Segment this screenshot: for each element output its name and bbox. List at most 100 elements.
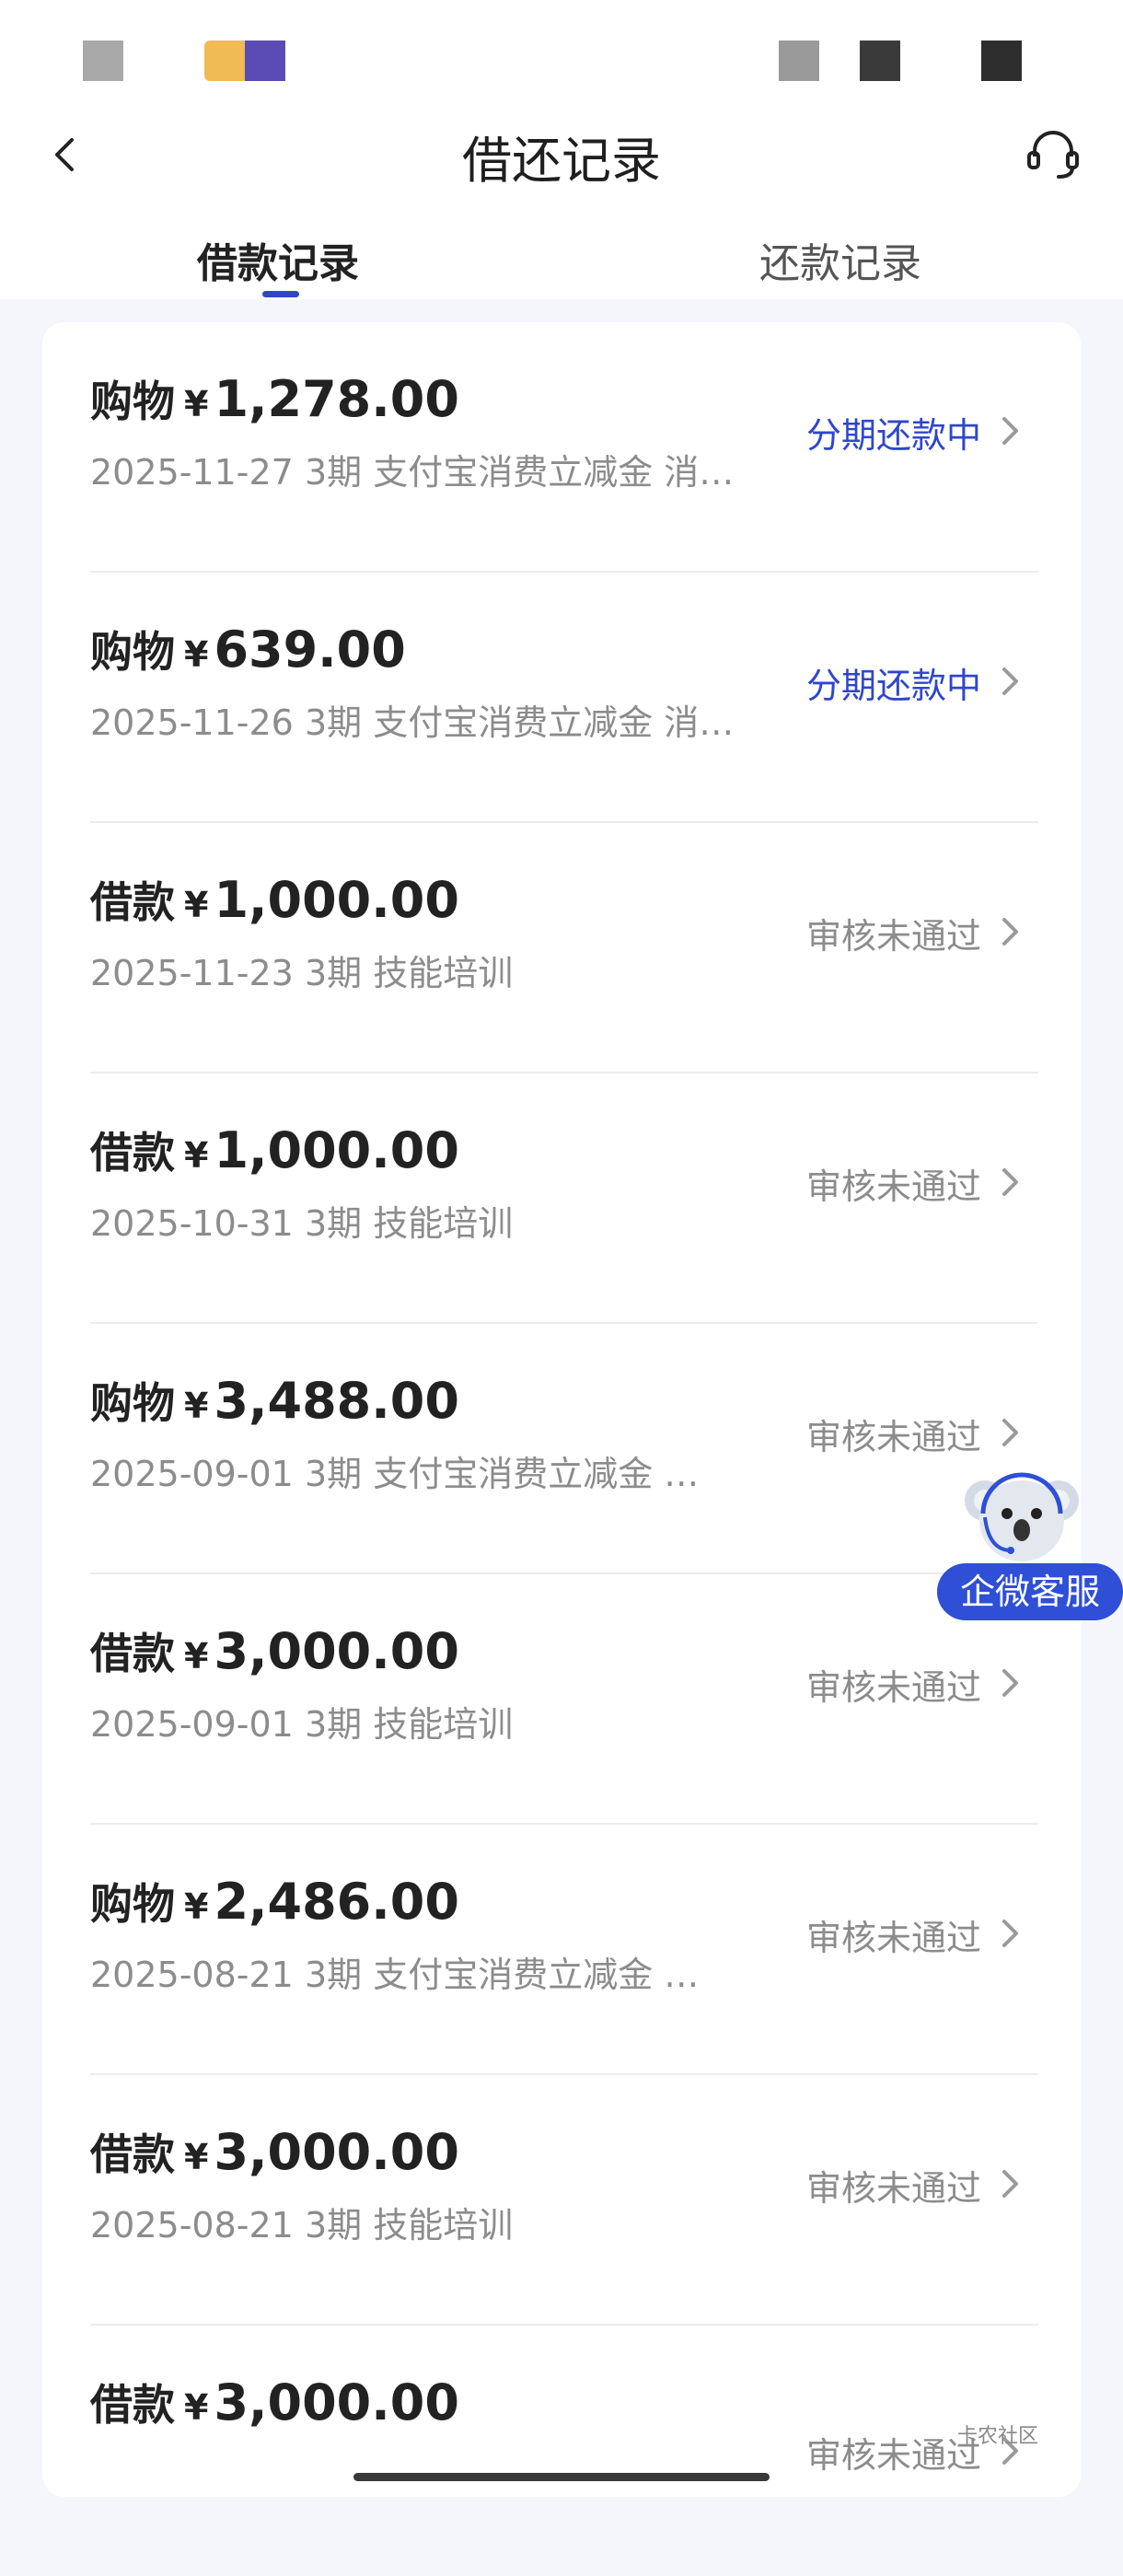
record-type: 购物 <box>90 377 175 426</box>
record-type: 购物 <box>90 627 175 677</box>
list-item[interactable]: 购物 ¥3,488.00 2025-09-01 3期 支付宝消费立减金 … 审核未… <box>42 1324 1081 1574</box>
record-subtitle: 2025-11-23 3期 技能培训 <box>90 945 781 995</box>
headset-icon[interactable] <box>1024 123 1082 182</box>
record-term: 3期 <box>304 702 363 743</box>
list-item[interactable]: 购物 ¥2,486.00 2025-08-21 3期 支付宝消费立减金 … 审核未… <box>42 1825 1081 2075</box>
record-amount: 1,278.00 <box>214 370 459 428</box>
record-subtitle: 2025-08-21 3期 支付宝消费立减金 … <box>90 1946 781 1997</box>
watermark: 卡农社区 <box>957 2425 1039 2448</box>
record-date: 2025-11-23 <box>90 953 294 993</box>
record-type: 借款 <box>90 877 175 927</box>
record-term: 3期 <box>304 1203 363 1244</box>
koala-mascot-icon <box>965 1464 1079 1574</box>
record-desc: 技能培训 <box>373 953 514 993</box>
record-status: 审核未通过 <box>805 1667 981 1708</box>
record-desc: 技能培训 <box>373 2205 514 2245</box>
record-subtitle: 2025-09-01 3期 支付宝消费立减金 … <box>90 1445 781 1496</box>
page-title: 借还记录 <box>462 132 661 190</box>
currency-symbol: ¥ <box>184 1886 209 1927</box>
floating-service-button[interactable]: 企微客服 <box>937 1464 1123 1630</box>
record-term: 3期 <box>304 1955 363 1995</box>
record-date: 2025-09-01 <box>90 1704 294 1745</box>
status-icon-placeholder <box>860 41 900 81</box>
record-desc: 支付宝消费立减金 … <box>373 1454 700 1494</box>
record-type: 购物 <box>90 1879 175 1929</box>
record-amount: 3,000.00 <box>214 2123 459 2181</box>
record-amount: 2,486.00 <box>214 1873 459 1931</box>
record-amount: 1,000.00 <box>214 1121 459 1179</box>
status-icon-placeholder <box>245 41 285 81</box>
chevron-right-icon <box>996 2167 1024 2200</box>
record-amount: 3,000.00 <box>214 2373 459 2431</box>
currency-symbol: ¥ <box>184 1386 209 1426</box>
record-desc: 技能培训 <box>373 1203 514 1244</box>
record-subtitle: 2025-09-01 3期 技能培训 <box>90 1696 781 1746</box>
chevron-right-icon <box>996 414 1024 447</box>
currency-symbol: ¥ <box>184 2137 209 2177</box>
status-bar <box>0 0 1123 110</box>
record-date: 2025-11-26 <box>90 702 294 743</box>
record-amount: 1,000.00 <box>214 871 459 929</box>
record-desc: 支付宝消费立减金 … <box>373 1955 700 1995</box>
floating-service-label: 企微客服 <box>937 1563 1123 1620</box>
record-type: 借款 <box>90 1128 175 1178</box>
list-item[interactable]: 购物 ¥1,278.00 2025-11-27 3期 支付宝消费立减金 消… 分期… <box>42 322 1081 573</box>
record-type: 借款 <box>90 2129 175 2179</box>
currency-symbol: ¥ <box>184 885 209 925</box>
record-type: 借款 <box>90 2380 175 2430</box>
record-term: 3期 <box>304 953 363 993</box>
home-indicator[interactable] <box>353 2473 770 2481</box>
record-date: 2025-10-31 <box>90 1203 294 1244</box>
list-item[interactable]: 借款 ¥3,000.00 2025-08-21 3期 技能培训 审核未通过 <box>42 2075 1081 2326</box>
record-status: 审核未通过 <box>805 916 981 957</box>
record-status: 审核未通过 <box>805 2168 981 2209</box>
status-icon-placeholder <box>981 41 1022 81</box>
status-icon-placeholder <box>779 41 819 81</box>
record-desc: 支付宝消费立减金 消… <box>373 702 735 743</box>
record-subtitle: 2025-08-21 3期 技能培训 <box>90 2197 781 2247</box>
chevron-right-icon <box>996 915 1024 948</box>
record-subtitle: 2025-10-31 3期 技能培训 <box>90 1195 781 1246</box>
record-subtitle: 2025-11-27 3期 支付宝消费立减金 消… <box>90 444 781 494</box>
record-status: 分期还款中 <box>805 415 981 456</box>
record-subtitle: 2025-11-26 3期 支付宝消费立减金 消… <box>90 694 781 745</box>
chevron-right-icon <box>996 1166 1024 1199</box>
record-status: 分期还款中 <box>805 666 981 706</box>
currency-symbol: ¥ <box>184 1135 209 1176</box>
record-type: 借款 <box>90 1629 175 1678</box>
record-status: 审核未通过 <box>805 1918 981 1958</box>
list-item[interactable]: 借款 ¥3,000.00 审核未通过 <box>42 2326 1081 2576</box>
currency-symbol: ¥ <box>184 1636 209 1677</box>
record-term: 3期 <box>304 452 363 493</box>
list-item[interactable]: 借款 ¥1,000.00 2025-10-31 3期 技能培训 审核未通过 <box>42 1073 1081 1324</box>
list-item[interactable]: 购物 ¥639.00 2025-11-26 3期 支付宝消费立减金 消… 分期还款… <box>42 573 1081 823</box>
chevron-right-icon <box>996 1666 1024 1700</box>
record-term: 3期 <box>304 1454 363 1494</box>
chevron-right-icon <box>996 1917 1024 1950</box>
tab-repay-records[interactable]: 还款记录 <box>759 230 921 289</box>
record-amount: 3,000.00 <box>214 1622 459 1680</box>
record-list: 购物 ¥1,278.00 2025-11-27 3期 支付宝消费立减金 消… 分期… <box>42 322 1081 2497</box>
tab-borrow-records[interactable]: 借款记录 <box>197 230 359 289</box>
record-amount: 639.00 <box>214 621 406 679</box>
list-item[interactable]: 借款 ¥1,000.00 2025-11-23 3期 技能培训 审核未通过 <box>42 823 1081 1073</box>
status-icon-placeholder <box>83 41 123 81</box>
list-item[interactable]: 借款 ¥3,000.00 2025-09-01 3期 技能培训 审核未通过 <box>42 1574 1081 1825</box>
chevron-right-icon <box>996 1416 1024 1449</box>
chevron-right-icon <box>996 665 1024 698</box>
currency-symbol: ¥ <box>184 2387 209 2428</box>
status-icon-placeholder <box>204 41 245 81</box>
record-type: 购物 <box>90 1378 175 1428</box>
chevron-left-icon[interactable] <box>48 136 85 173</box>
currency-symbol: ¥ <box>184 634 209 675</box>
currency-symbol: ¥ <box>184 384 209 424</box>
record-status: 审核未通过 <box>805 2435 981 2476</box>
record-status: 审核未通过 <box>805 1417 981 1457</box>
record-date: 2025-11-27 <box>90 452 294 493</box>
record-date: 2025-09-01 <box>90 1454 294 1494</box>
record-amount: 3,488.00 <box>214 1372 459 1430</box>
record-term: 3期 <box>304 1704 363 1745</box>
record-term: 3期 <box>304 2205 363 2245</box>
record-date: 2025-08-21 <box>90 2205 294 2245</box>
nav-header: 借还记录 <box>0 101 1123 212</box>
